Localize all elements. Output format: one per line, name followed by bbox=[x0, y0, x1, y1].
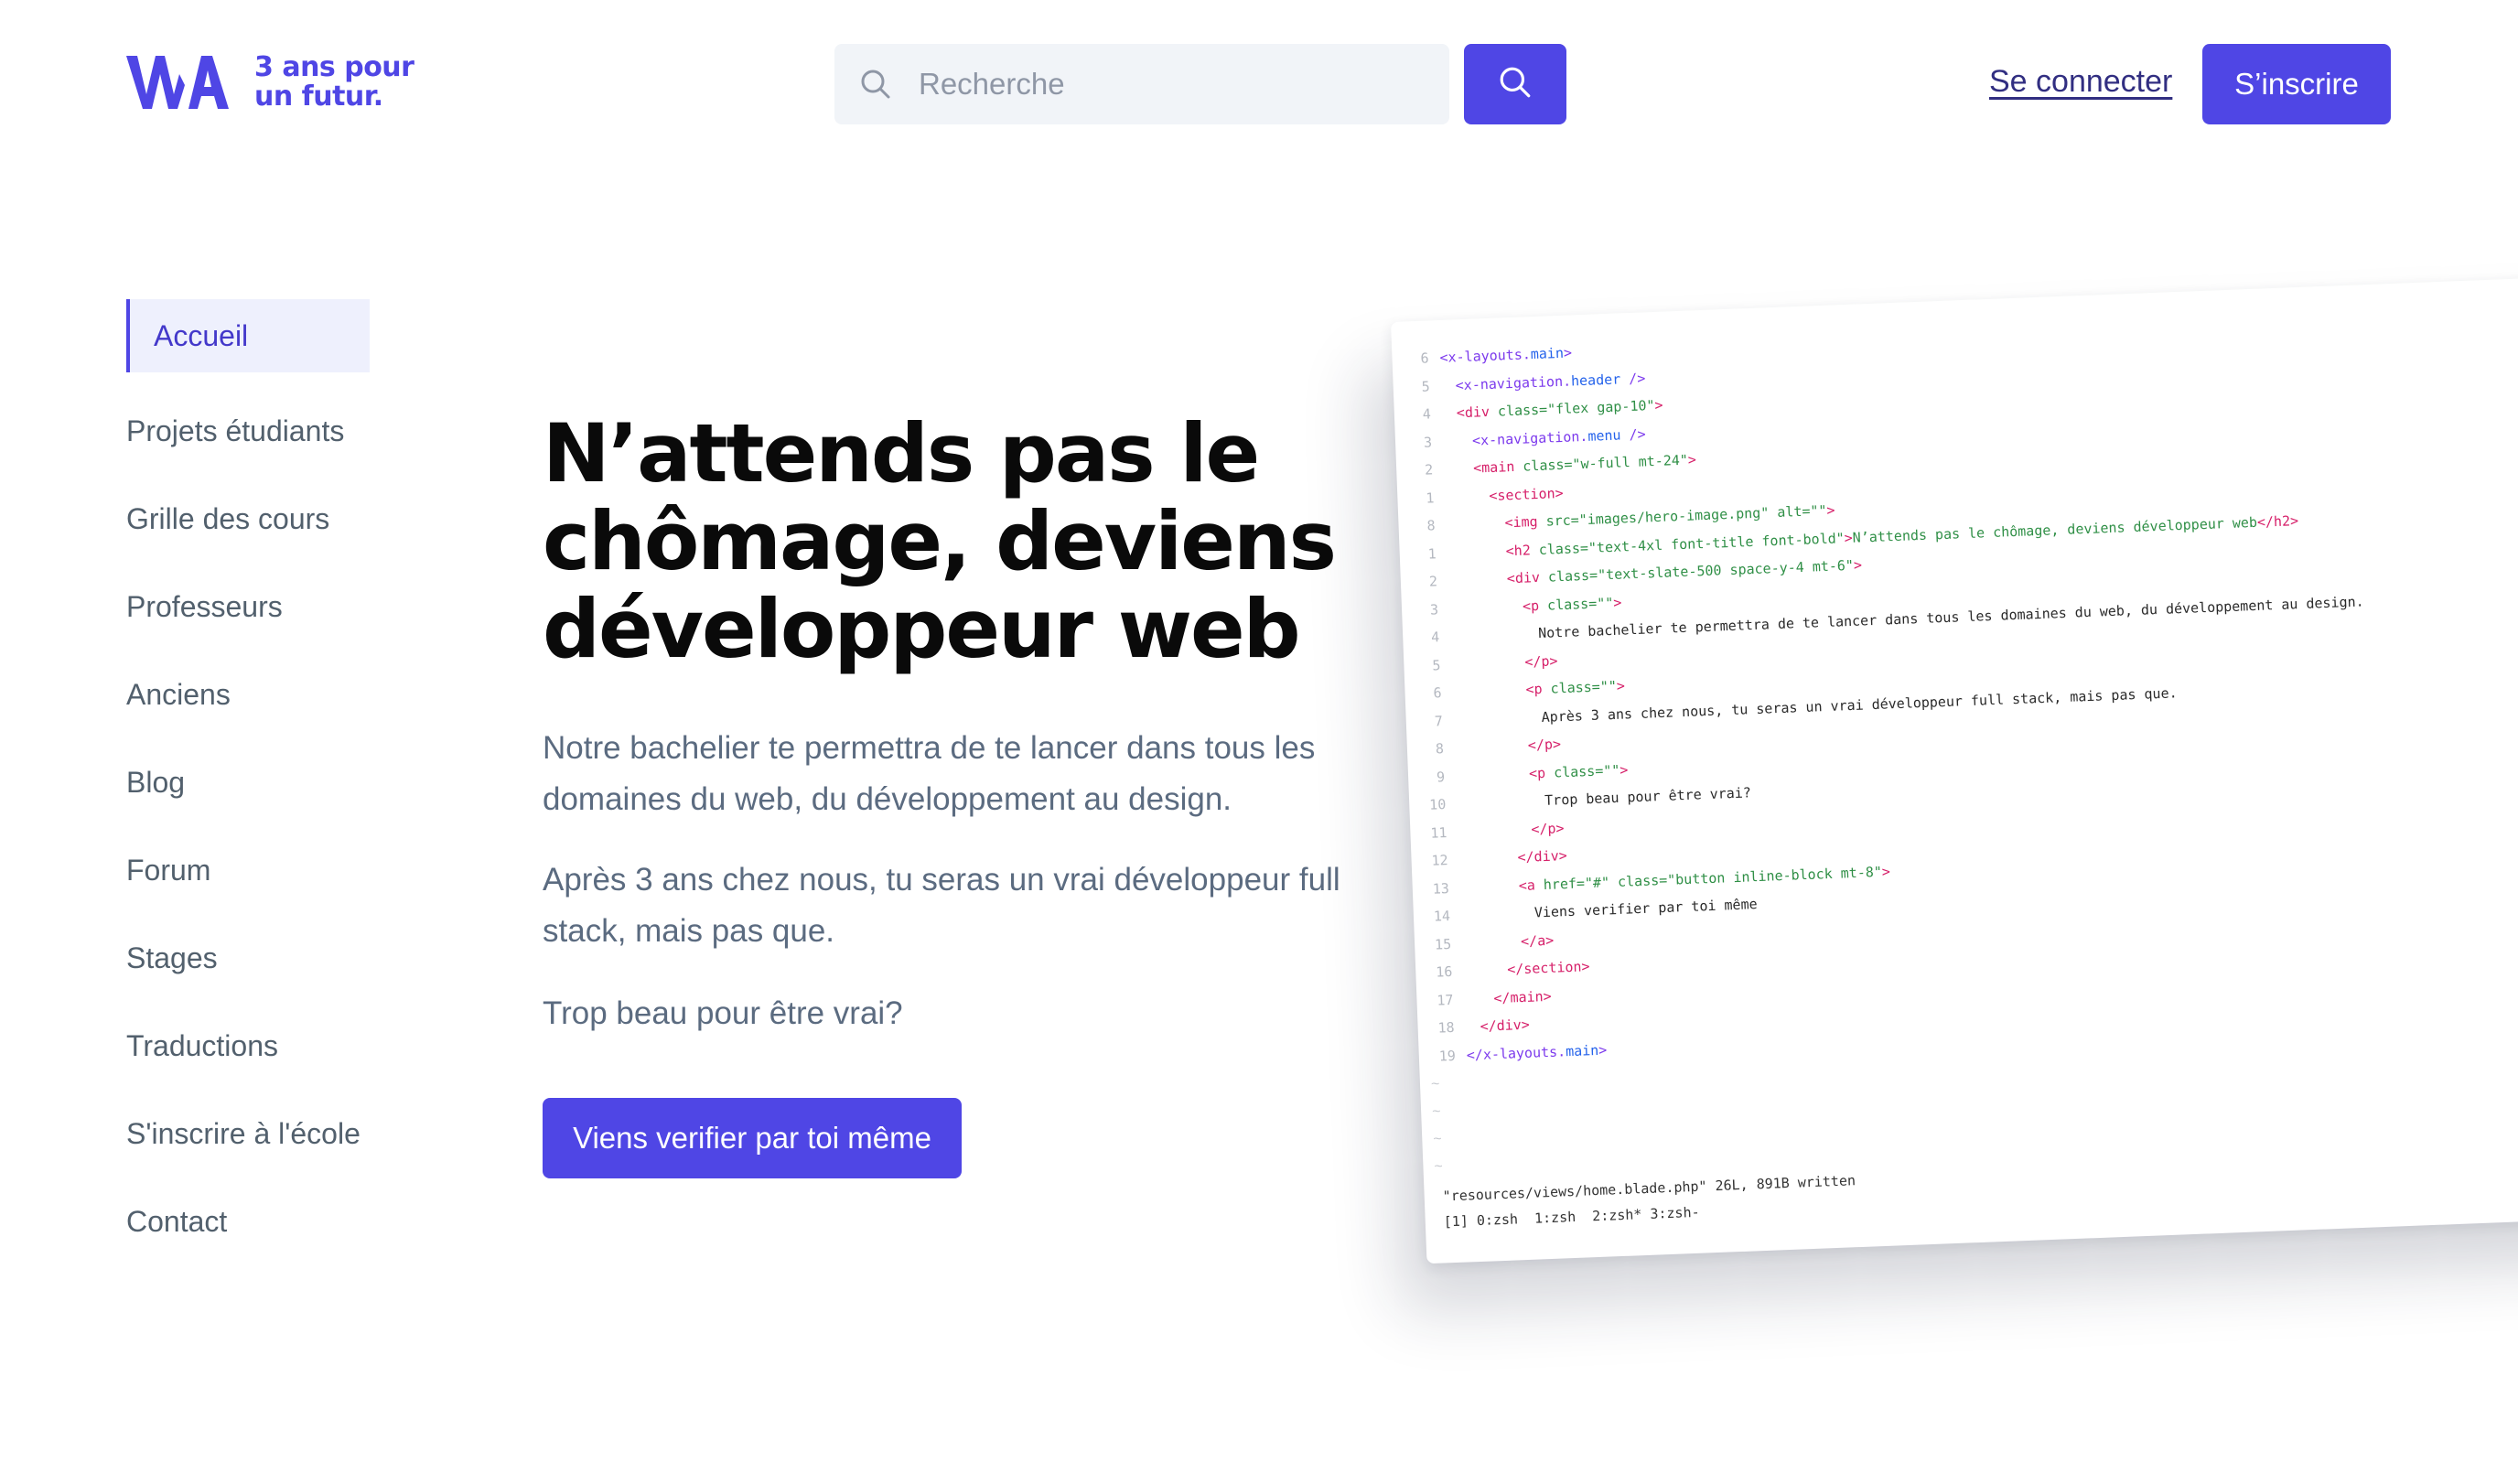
line-number: 6 bbox=[1420, 349, 1429, 367]
code-text: <p class=""> bbox=[1522, 594, 1622, 615]
code-text: <div class="flex gap-10"> bbox=[1456, 396, 1663, 422]
line-number: 18 bbox=[1437, 1018, 1455, 1037]
line-number: 8 bbox=[1426, 517, 1436, 534]
line-number: 8 bbox=[1435, 740, 1445, 758]
empty-line-marker: ~ bbox=[1434, 1158, 1444, 1175]
empty-line-marker: ~ bbox=[1431, 1103, 1441, 1120]
search-icon bbox=[1498, 65, 1533, 104]
brand-logo[interactable]: 3 ans pour un futur. bbox=[126, 53, 414, 112]
line-number: 13 bbox=[1432, 879, 1450, 898]
code-text: Viens verifier par toi même bbox=[1533, 896, 1758, 921]
line-number: 3 bbox=[1429, 600, 1439, 618]
line-number: 3 bbox=[1423, 433, 1433, 451]
line-number: 4 bbox=[1430, 629, 1440, 646]
code-text: </a> bbox=[1520, 931, 1555, 950]
hero-paragraph-1: Notre bachelier te permettra de te lance… bbox=[543, 730, 1316, 817]
line-number: 11 bbox=[1430, 823, 1447, 842]
code-text: </p> bbox=[1524, 651, 1558, 671]
sidebar-item-anciens[interactable]: Anciens bbox=[126, 651, 392, 738]
line-number: 19 bbox=[1438, 1047, 1457, 1065]
sidebar-nav: Accueil Projets étudiants Grille des cou… bbox=[126, 299, 392, 1265]
line-number: 5 bbox=[1432, 656, 1441, 674]
sidebar-item-inscrire-ecole[interactable]: S'inscrire à l'école bbox=[126, 1090, 392, 1178]
hero-title-line2: chômage, deviens bbox=[543, 494, 1337, 588]
sidebar-item-stages[interactable]: Stages bbox=[126, 914, 392, 1002]
line-number: 1 bbox=[1427, 544, 1437, 563]
code-text: </div> bbox=[1480, 1016, 1531, 1035]
code-text: <x-navigation.menu /> bbox=[1471, 425, 1646, 449]
code-text: <p class=""> bbox=[1528, 760, 1629, 782]
wa-logo-mark bbox=[126, 54, 229, 111]
empty-line-marker: ~ bbox=[1433, 1131, 1442, 1147]
empty-line-marker: ~ bbox=[1430, 1076, 1440, 1092]
editor-empty-lines: ~ ~ ~ ~ bbox=[1419, 1071, 1443, 1182]
search-input[interactable] bbox=[917, 66, 1433, 102]
code-text: <main class="w-full mt-24"> bbox=[1472, 451, 1697, 477]
sidebar-item-traductions[interactable]: Traductions bbox=[126, 1002, 392, 1090]
line-number: 10 bbox=[1428, 796, 1447, 813]
sidebar-item-contact[interactable]: Contact bbox=[126, 1178, 392, 1265]
line-number: 17 bbox=[1437, 991, 1454, 1009]
line-number: 7 bbox=[1434, 712, 1444, 729]
hero-title-line3: développeur web bbox=[543, 582, 1301, 676]
cta-button[interactable]: Viens verifier par toi même bbox=[543, 1098, 962, 1178]
line-number: 9 bbox=[1436, 768, 1446, 785]
code-text: <section> bbox=[1489, 484, 1564, 504]
code-text: <p class=""> bbox=[1525, 677, 1626, 698]
search-icon bbox=[834, 68, 917, 101]
code-text: <x-navigation.header /> bbox=[1455, 369, 1646, 393]
brand-tagline-line2: un futur. bbox=[254, 81, 383, 113]
line-number: 16 bbox=[1435, 962, 1453, 981]
code-text: </x-layouts.main> bbox=[1466, 1041, 1608, 1063]
line-number: 6 bbox=[1433, 684, 1442, 702]
code-text: <x-layouts.main> bbox=[1439, 344, 1573, 366]
search-button[interactable] bbox=[1464, 44, 1566, 124]
line-number: 5 bbox=[1421, 377, 1431, 395]
hero-paragraph-3: Trop beau pour être vrai? bbox=[543, 995, 903, 1031]
login-link[interactable]: Se connecter bbox=[1989, 64, 2172, 100]
sidebar-item-blog[interactable]: Blog bbox=[126, 738, 392, 826]
line-number: 2 bbox=[1424, 461, 1434, 479]
brand-tagline-line1: 3 ans pour bbox=[254, 51, 414, 83]
line-number: 2 bbox=[1428, 573, 1438, 590]
line-number: 4 bbox=[1422, 405, 1432, 423]
line-number: 12 bbox=[1431, 852, 1448, 869]
code-text: </p> bbox=[1527, 736, 1562, 754]
code-text: Trop beau pour être vrai? bbox=[1544, 784, 1752, 809]
sidebar-item-forum[interactable]: Forum bbox=[126, 826, 392, 914]
editor-status-line: "resources/views/home.blade.php" 26L, 89… bbox=[1442, 1172, 1856, 1205]
hero-title: N’attends pas le chômage, deviens dévelo… bbox=[543, 410, 1394, 673]
line-number: 15 bbox=[1434, 935, 1452, 953]
code-lines: 6 <x-layouts.main> 5 <x-navigation.header /… bbox=[1392, 309, 2381, 1071]
code-text: </div> bbox=[1517, 847, 1568, 866]
brand-tagline: 3 ans pour un futur. bbox=[254, 53, 414, 112]
search-field[interactable] bbox=[834, 44, 1449, 124]
code-text: </section> bbox=[1506, 958, 1590, 978]
code-text: </p> bbox=[1531, 819, 1565, 838]
line-number: 14 bbox=[1433, 907, 1451, 925]
code-text: </main> bbox=[1493, 987, 1552, 1006]
hero-title-line1: N’attends pas le bbox=[543, 406, 1260, 500]
sidebar-item-grille-des-cours[interactable]: Grille des cours bbox=[126, 475, 392, 563]
sidebar-item-accueil[interactable]: Accueil bbox=[126, 299, 370, 372]
sidebar-item-professeurs[interactable]: Professeurs bbox=[126, 563, 392, 651]
hero-paragraph-2: Après 3 ans chez nous, tu seras un vrai … bbox=[543, 862, 1340, 949]
signup-button[interactable]: S’inscrire bbox=[2202, 44, 2391, 124]
line-number: 1 bbox=[1426, 489, 1435, 507]
tmux-status-line: [1] 0:zsh 1:zsh 2:zsh* 3:zsh- bbox=[1443, 1203, 1700, 1231]
code-editor-screenshot: 6 <x-layouts.main> 5 <x-navigation.header /… bbox=[1391, 274, 2518, 1264]
sidebar-item-projets-etudiants[interactable]: Projets étudiants bbox=[126, 387, 392, 475]
